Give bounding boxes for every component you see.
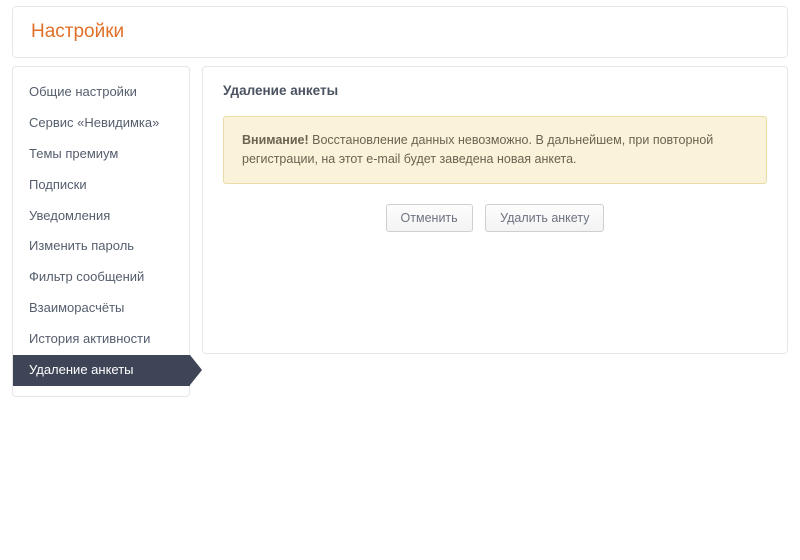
sidebar-item-label: Удаление анкеты	[29, 362, 134, 377]
sidebar-item-label: Сервис «Невидимка»	[29, 115, 159, 130]
sidebar-item-delete-profile[interactable]: Удаление анкеты	[13, 355, 190, 386]
sidebar-item-label: Общие настройки	[29, 84, 137, 99]
header-card: Настройки	[12, 6, 788, 58]
sidebar-item-label: История активности	[29, 331, 150, 346]
content-panel: Удаление анкеты Внимание! Восстановление…	[202, 66, 788, 354]
sidebar-item-label: Фильтр сообщений	[29, 269, 144, 284]
warning-alert: Внимание! Восстановление данных невозмож…	[223, 116, 767, 184]
action-row: Отменить Удалить анкету	[223, 204, 767, 232]
sidebar-item-premium-themes[interactable]: Темы премиум	[13, 139, 189, 170]
sidebar-item-label: Взаиморасчёты	[29, 300, 124, 315]
sidebar-item-notifications[interactable]: Уведомления	[13, 201, 189, 232]
sidebar-item-billing[interactable]: Взаиморасчёты	[13, 293, 189, 324]
content-title: Удаление анкеты	[223, 83, 767, 98]
delete-profile-button[interactable]: Удалить анкету	[485, 204, 604, 232]
sidebar-item-label: Подписки	[29, 177, 87, 192]
sidebar-item-label: Изменить пароль	[29, 238, 134, 253]
sidebar-item-label: Темы премиум	[29, 146, 118, 161]
sidebar-item-general[interactable]: Общие настройки	[13, 77, 189, 108]
cancel-button[interactable]: Отменить	[386, 204, 473, 232]
sidebar-item-change-password[interactable]: Изменить пароль	[13, 231, 189, 262]
sidebar-item-message-filter[interactable]: Фильтр сообщений	[13, 262, 189, 293]
page-title: Настройки	[31, 21, 769, 43]
sidebar-item-subscriptions[interactable]: Подписки	[13, 170, 189, 201]
alert-strong: Внимание!	[242, 133, 309, 147]
alert-text: Восстановление данных невозможно. В даль…	[242, 133, 713, 166]
sidebar-item-invisible[interactable]: Сервис «Невидимка»	[13, 108, 189, 139]
settings-sidebar: Общие настройки Сервис «Невидимка» Темы …	[12, 66, 190, 397]
sidebar-item-label: Уведомления	[29, 208, 110, 223]
sidebar-item-activity-history[interactable]: История активности	[13, 324, 189, 355]
